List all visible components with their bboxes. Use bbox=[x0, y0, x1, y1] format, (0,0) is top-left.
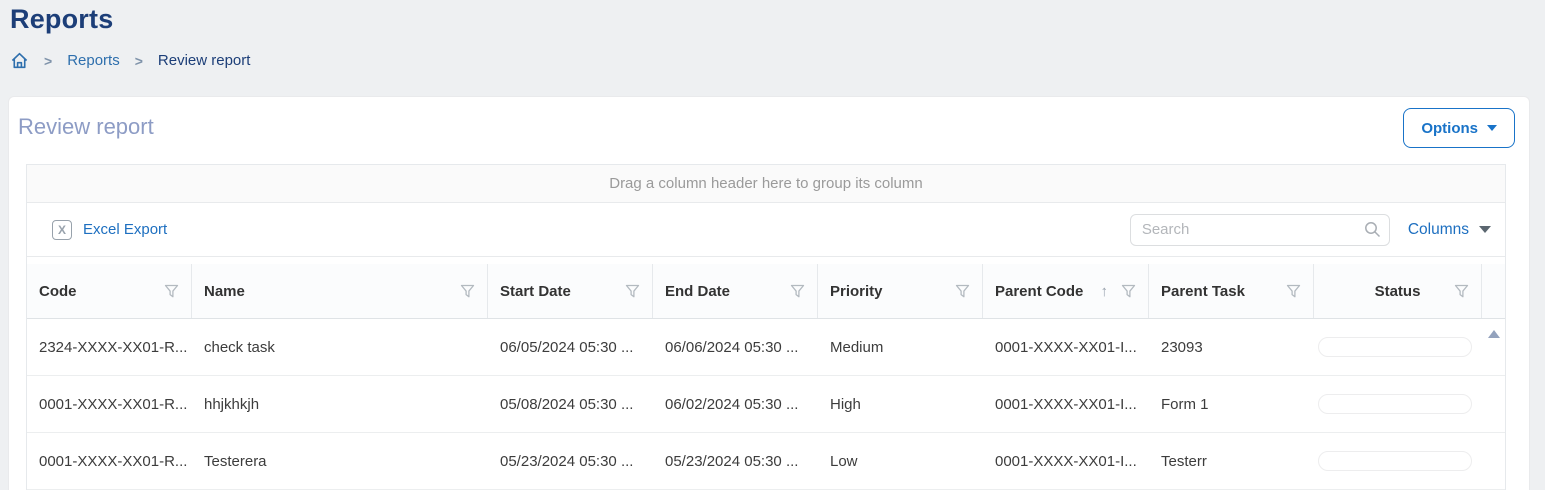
chevron-down-icon bbox=[1487, 125, 1497, 131]
column-header-parent-task[interactable]: Parent Task bbox=[1149, 264, 1314, 318]
cell-code[interactable]: 2324-XXXX-XX01-R... bbox=[27, 339, 192, 356]
review-report-panel: Review report Options Drag a column head… bbox=[8, 96, 1530, 490]
cell-parent-code[interactable]: 0001-XXXX-XX01-I... bbox=[983, 396, 1149, 413]
excel-export-icon: X bbox=[52, 220, 72, 240]
column-label: Parent Code bbox=[995, 283, 1083, 300]
cell-end-date[interactable]: 06/02/2024 05:30 ... bbox=[653, 396, 818, 413]
breadcrumb-separator: > bbox=[44, 53, 52, 69]
table-row[interactable]: 0001-XXXX-XX01-R... hhjkhkjh 05/08/2024 … bbox=[27, 376, 1505, 433]
sort-up-arrow-icon: ↑ bbox=[1101, 283, 1109, 300]
cell-end-date[interactable]: 06/06/2024 05:30 ... bbox=[653, 339, 818, 356]
column-header-parent-code[interactable]: Parent Code ↑ bbox=[983, 264, 1149, 318]
column-header-end-date[interactable]: End Date bbox=[653, 264, 818, 318]
group-panel-drop-zone[interactable]: Drag a column header here to group its c… bbox=[27, 165, 1505, 203]
columns-button-label: Columns bbox=[1408, 221, 1469, 239]
cell-priority[interactable]: Medium bbox=[818, 339, 983, 356]
cell-start-date[interactable]: 05/23/2024 05:30 ... bbox=[488, 453, 653, 470]
page-title: Reports bbox=[10, 4, 113, 35]
search-input[interactable] bbox=[1130, 214, 1390, 246]
table-row[interactable]: 2324-XXXX-XX01-R... check task 06/05/202… bbox=[27, 319, 1505, 376]
grid-toolbar: X Excel Export Columns bbox=[27, 203, 1505, 257]
cell-end-date[interactable]: 05/23/2024 05:30 ... bbox=[653, 453, 818, 470]
column-label: End Date bbox=[665, 283, 730, 300]
search-box bbox=[1130, 214, 1390, 246]
toolbar-gap bbox=[27, 257, 1505, 264]
breadcrumb-separator: > bbox=[135, 53, 143, 69]
grid-header-row: Code Name Start Date End Date Priority P… bbox=[27, 264, 1505, 319]
column-header-name[interactable]: Name bbox=[192, 264, 488, 318]
column-header-start-date[interactable]: Start Date bbox=[488, 264, 653, 318]
status-pill bbox=[1318, 337, 1472, 357]
column-header-code[interactable]: Code bbox=[27, 264, 192, 318]
cell-start-date[interactable]: 06/05/2024 05:30 ... bbox=[488, 339, 653, 356]
column-label: Code bbox=[39, 283, 77, 300]
cell-parent-code[interactable]: 0001-XXXX-XX01-I... bbox=[983, 453, 1149, 470]
filter-funnel-icon[interactable] bbox=[1454, 284, 1469, 299]
column-label: Status bbox=[1375, 283, 1421, 300]
options-button-label: Options bbox=[1421, 120, 1478, 137]
toolbar-right: Columns bbox=[1130, 214, 1491, 246]
home-icon[interactable] bbox=[10, 51, 29, 70]
cell-name[interactable]: Testerera bbox=[192, 453, 488, 470]
breadcrumb: > Reports > Review report bbox=[10, 51, 250, 70]
cell-code[interactable]: 0001-XXXX-XX01-R... bbox=[27, 453, 192, 470]
filter-funnel-icon[interactable] bbox=[1286, 284, 1301, 299]
cell-status[interactable] bbox=[1314, 451, 1482, 471]
header-scrollbar-spacer bbox=[1482, 264, 1505, 318]
scroll-up-icon[interactable] bbox=[1488, 330, 1500, 338]
status-pill bbox=[1318, 451, 1472, 471]
cell-parent-task[interactable]: Form 1 bbox=[1149, 396, 1314, 413]
chevron-down-icon bbox=[1479, 226, 1491, 233]
search-icon bbox=[1364, 221, 1381, 238]
breadcrumb-current-page: Review report bbox=[158, 52, 251, 69]
cell-priority[interactable]: Low bbox=[818, 453, 983, 470]
cell-name[interactable]: check task bbox=[192, 339, 488, 356]
cell-parent-task[interactable]: 23093 bbox=[1149, 339, 1314, 356]
column-label: Start Date bbox=[500, 283, 571, 300]
column-header-status[interactable]: Status bbox=[1314, 264, 1482, 318]
cell-code[interactable]: 0001-XXXX-XX01-R... bbox=[27, 396, 192, 413]
grid-body: 2324-XXXX-XX01-R... check task 06/05/202… bbox=[27, 319, 1505, 490]
column-label: Name bbox=[204, 283, 245, 300]
cell-priority[interactable]: High bbox=[818, 396, 983, 413]
status-pill bbox=[1318, 394, 1472, 414]
excel-export-button[interactable]: X Excel Export bbox=[52, 220, 167, 240]
table-row[interactable]: 0001-XXXX-XX01-R... Testerera 05/23/2024… bbox=[27, 433, 1505, 490]
filter-funnel-icon[interactable] bbox=[460, 284, 475, 299]
column-label: Priority bbox=[830, 283, 883, 300]
review-report-grid: Drag a column header here to group its c… bbox=[26, 164, 1506, 490]
cell-status[interactable] bbox=[1314, 337, 1482, 357]
cell-status[interactable] bbox=[1314, 394, 1482, 414]
filter-funnel-icon[interactable] bbox=[625, 284, 640, 299]
breadcrumb-link-reports[interactable]: Reports bbox=[67, 52, 120, 69]
cell-name[interactable]: hhjkhkjh bbox=[192, 396, 488, 413]
filter-funnel-icon[interactable] bbox=[790, 284, 805, 299]
column-header-priority[interactable]: Priority bbox=[818, 264, 983, 318]
columns-chooser-button[interactable]: Columns bbox=[1408, 221, 1491, 239]
filter-funnel-icon[interactable] bbox=[164, 284, 179, 299]
options-button[interactable]: Options bbox=[1403, 108, 1515, 148]
excel-export-label: Excel Export bbox=[83, 221, 167, 238]
cell-parent-code[interactable]: 0001-XXXX-XX01-I... bbox=[983, 339, 1149, 356]
filter-funnel-icon[interactable] bbox=[955, 284, 970, 299]
filter-funnel-icon[interactable] bbox=[1121, 284, 1136, 299]
cell-start-date[interactable]: 05/08/2024 05:30 ... bbox=[488, 396, 653, 413]
column-label: Parent Task bbox=[1161, 283, 1245, 300]
group-panel-text: Drag a column header here to group its c… bbox=[609, 175, 923, 192]
cell-parent-task[interactable]: Testerr bbox=[1149, 453, 1314, 470]
panel-title: Review report bbox=[18, 114, 154, 140]
